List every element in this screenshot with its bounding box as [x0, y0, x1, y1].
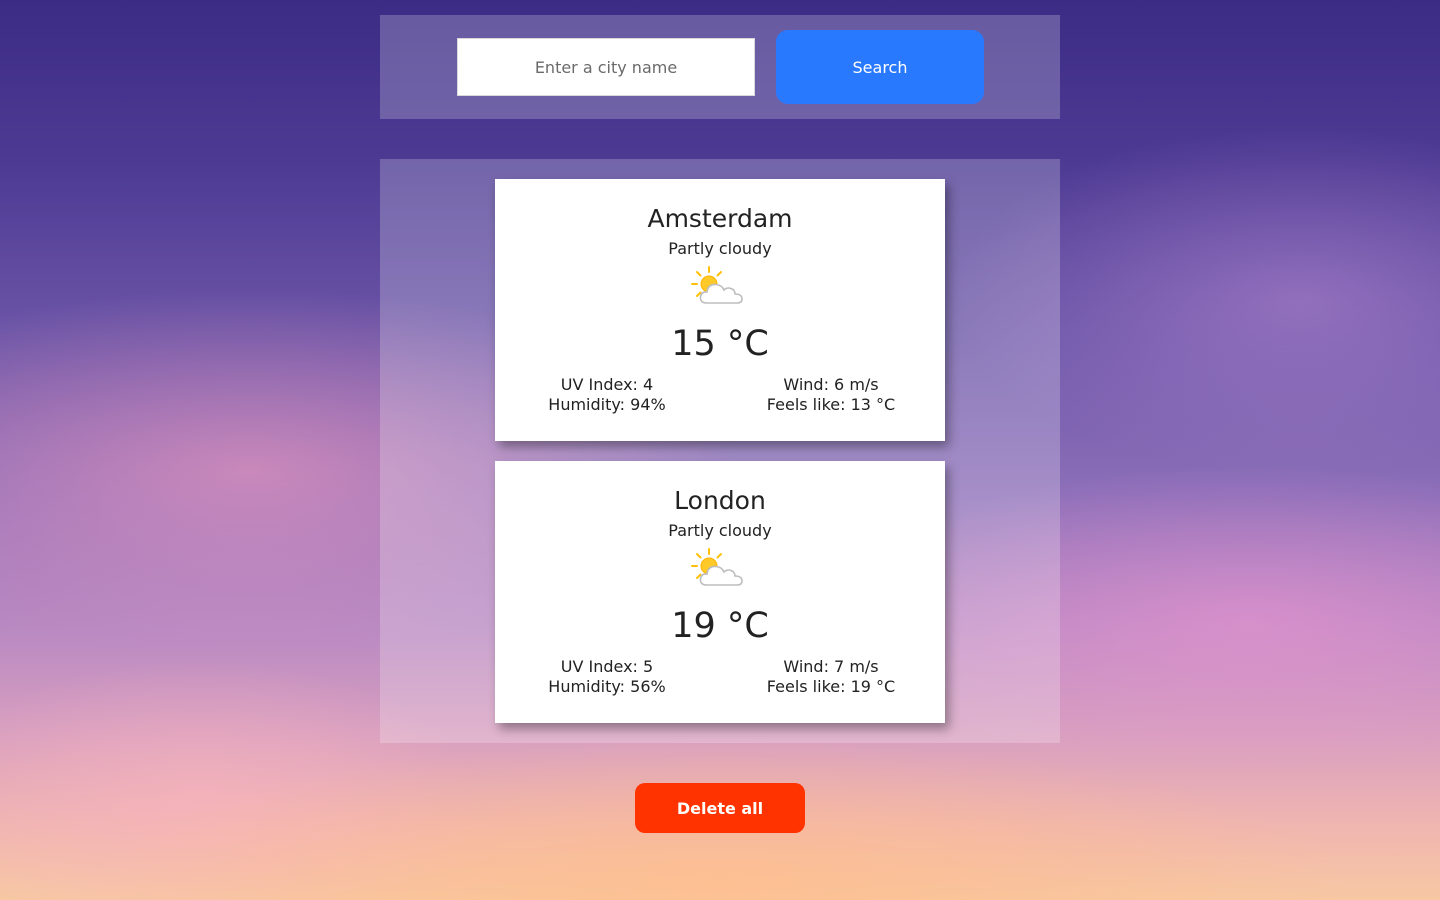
uv-index: UV Index: 5 — [560, 657, 654, 676]
temperature: 15 °C — [671, 324, 769, 364]
weather-card: London Partly cloudy 19 °C UV Index: 5 H… — [495, 461, 945, 723]
details-left: UV Index: 4 Humidity: 94% — [535, 375, 679, 415]
city-search-input[interactable] — [457, 38, 755, 96]
search-panel: Search — [380, 15, 1060, 119]
wind: Wind: 6 m/s — [783, 375, 879, 394]
feels-like: Feels like: 19 °C — [766, 677, 896, 696]
weather-condition: Partly cloudy — [668, 239, 772, 258]
feels-like: Feels like: 13 °C — [766, 395, 896, 414]
weather-card: Amsterdam Partly cloudy 15 °C UV Index: … — [495, 179, 945, 441]
weather-condition: Partly cloudy — [668, 521, 772, 540]
results-panel: Amsterdam Partly cloudy 15 °C UV Index: … — [380, 159, 1060, 743]
humidity: Humidity: 94% — [548, 395, 666, 414]
city-name: Amsterdam — [647, 204, 793, 233]
details-right: Wind: 6 m/s Feels like: 13 °C — [759, 375, 903, 415]
delete-all-button[interactable]: Delete all — [635, 783, 805, 833]
partly-cloudy-icon — [691, 266, 743, 304]
city-name: London — [674, 486, 766, 515]
partly-cloudy-icon — [691, 548, 743, 586]
details-right: Wind: 7 m/s Feels like: 19 °C — [759, 657, 903, 697]
humidity: Humidity: 56% — [548, 677, 666, 696]
temperature: 19 °C — [671, 606, 769, 646]
uv-index: UV Index: 4 — [560, 375, 654, 394]
wind: Wind: 7 m/s — [783, 657, 879, 676]
details-left: UV Index: 5 Humidity: 56% — [535, 657, 679, 697]
search-button[interactable]: Search — [776, 30, 984, 104]
